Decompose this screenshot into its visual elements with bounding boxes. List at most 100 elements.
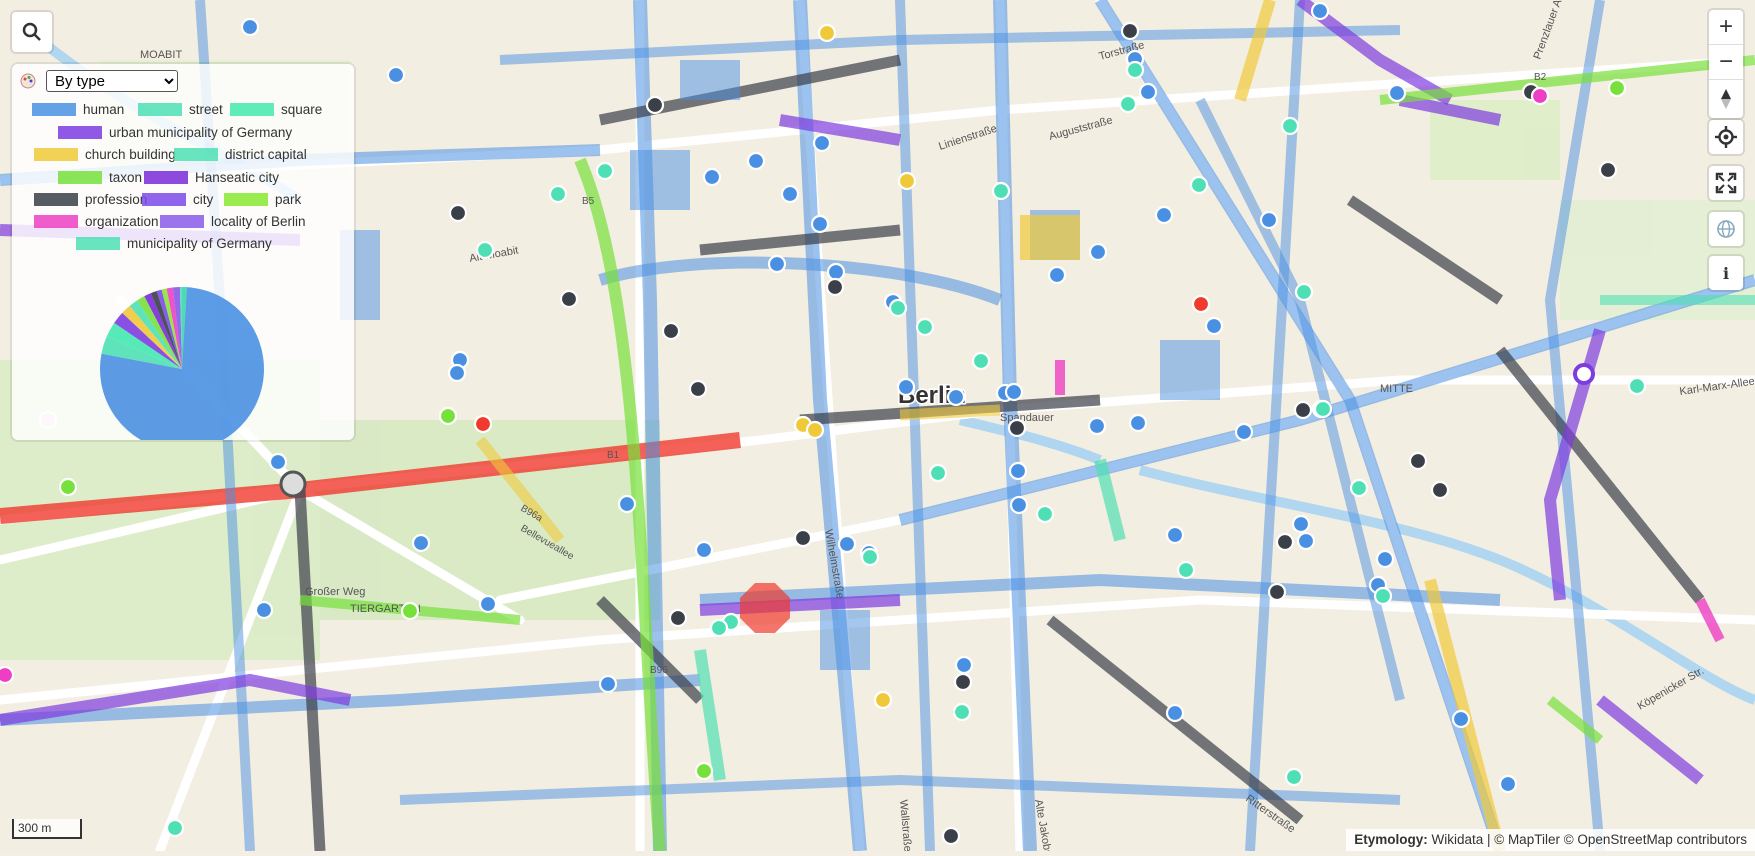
poi-marker[interactable] xyxy=(1176,560,1196,580)
poi-marker[interactable] xyxy=(746,151,766,171)
poi-marker[interactable] xyxy=(1165,703,1185,723)
poi-marker[interactable] xyxy=(448,203,468,223)
poi-marker[interactable] xyxy=(1189,175,1209,195)
poi-marker[interactable] xyxy=(837,534,857,554)
poi-marker[interactable] xyxy=(780,184,800,204)
search-button[interactable] xyxy=(12,12,52,52)
poi-marker[interactable] xyxy=(897,171,917,191)
poi-marker[interactable] xyxy=(1191,294,1211,314)
poi-marker[interactable] xyxy=(1387,83,1407,103)
poi-marker[interactable] xyxy=(817,23,837,43)
poi-marker[interactable] xyxy=(1267,582,1287,602)
poi-marker[interactable] xyxy=(1296,531,1316,551)
info-button[interactable]: i xyxy=(1709,256,1743,290)
poi-marker[interactable] xyxy=(1408,451,1428,471)
poi-marker[interactable] xyxy=(386,65,406,85)
poi-marker[interactable] xyxy=(400,601,420,621)
poi-marker[interactable] xyxy=(1349,478,1369,498)
poi-marker[interactable] xyxy=(411,533,431,553)
poi-marker[interactable] xyxy=(1607,78,1627,98)
zoom-in-button[interactable]: + xyxy=(1709,10,1743,45)
poi-marker[interactable] xyxy=(805,420,825,440)
poi-marker[interactable] xyxy=(954,655,974,675)
poi-marker[interactable] xyxy=(1280,116,1300,136)
poi-marker[interactable] xyxy=(548,184,568,204)
poi-marker[interactable] xyxy=(793,528,813,548)
poi-marker[interactable] xyxy=(1047,265,1067,285)
compass-button[interactable] xyxy=(1709,80,1743,118)
poi-marker[interactable] xyxy=(645,95,665,115)
poi-marker[interactable] xyxy=(478,594,498,614)
poi-marker[interactable] xyxy=(1498,774,1518,794)
poi-marker[interactable] xyxy=(825,277,845,297)
poi-marker[interactable] xyxy=(1165,525,1185,545)
poi-marker[interactable] xyxy=(1375,549,1395,569)
poi-marker[interactable] xyxy=(0,665,15,685)
poi-marker[interactable] xyxy=(1275,532,1295,552)
poi-marker[interactable] xyxy=(1530,86,1550,106)
poi-marker[interactable] xyxy=(1120,21,1140,41)
poi-marker[interactable] xyxy=(447,363,467,383)
poi-marker[interactable] xyxy=(694,540,714,560)
poi-marker[interactable] xyxy=(475,240,495,260)
poi-marker[interactable] xyxy=(1627,376,1647,396)
poi-marker[interactable] xyxy=(1294,282,1314,302)
poi-marker[interactable] xyxy=(165,818,185,838)
poi-marker[interactable] xyxy=(767,254,787,274)
poi-marker[interactable] xyxy=(1087,416,1107,436)
poi-marker[interactable] xyxy=(1234,422,1254,442)
poi-marker[interactable] xyxy=(1291,514,1311,534)
poi-marker[interactable] xyxy=(1128,413,1148,433)
poi-marker[interactable] xyxy=(1313,399,1333,419)
poi-marker[interactable] xyxy=(1451,709,1471,729)
poi-marker[interactable] xyxy=(826,262,846,282)
poi-marker[interactable] xyxy=(941,826,961,846)
poi-marker[interactable] xyxy=(702,167,722,187)
poi-marker[interactable] xyxy=(661,321,681,341)
poi-marker[interactable] xyxy=(58,477,78,497)
fullscreen-button[interactable] xyxy=(1709,166,1743,200)
poi-marker[interactable] xyxy=(473,414,493,434)
poi-marker[interactable] xyxy=(1284,767,1304,787)
poi-marker[interactable] xyxy=(991,181,1011,201)
poi-marker[interactable] xyxy=(559,289,579,309)
poi-marker[interactable] xyxy=(254,600,274,620)
poi-marker[interactable] xyxy=(928,463,948,483)
poi-marker[interactable] xyxy=(1259,210,1279,230)
poi-marker[interactable] xyxy=(812,133,832,153)
attribution-text[interactable]: Wikidata | © MapTiler © OpenStreetMap co… xyxy=(1428,832,1747,847)
poi-marker[interactable] xyxy=(1138,82,1158,102)
language-button[interactable] xyxy=(1709,212,1743,246)
poi-marker[interactable] xyxy=(953,672,973,692)
geolocate-button[interactable] xyxy=(1709,120,1743,154)
poi-marker[interactable] xyxy=(1035,504,1055,524)
poi-marker[interactable] xyxy=(1008,461,1028,481)
poi-marker[interactable] xyxy=(1154,205,1174,225)
poi-marker[interactable] xyxy=(1088,242,1108,262)
poi-marker[interactable] xyxy=(1007,418,1027,438)
poi-marker[interactable] xyxy=(438,406,458,426)
poi-marker[interactable] xyxy=(1004,382,1024,402)
poi-marker[interactable] xyxy=(1293,400,1313,420)
poi-marker[interactable] xyxy=(896,377,916,397)
poi-marker[interactable] xyxy=(1125,60,1145,80)
poi-marker[interactable] xyxy=(971,351,991,371)
poi-marker[interactable] xyxy=(595,161,615,181)
poi-marker[interactable] xyxy=(1118,94,1138,114)
poi-marker[interactable] xyxy=(617,494,637,514)
poi-marker[interactable] xyxy=(946,387,966,407)
poi-marker[interactable] xyxy=(1573,363,1595,385)
poi-marker[interactable] xyxy=(873,690,893,710)
poi-marker[interactable] xyxy=(915,317,935,337)
poi-marker[interactable] xyxy=(952,702,972,722)
poi-marker[interactable] xyxy=(1204,316,1224,336)
poi-marker[interactable] xyxy=(1373,586,1393,606)
poi-marker[interactable] xyxy=(1430,480,1450,500)
poi-marker[interactable] xyxy=(1598,160,1618,180)
poi-marker[interactable] xyxy=(668,608,688,628)
poi-marker[interactable] xyxy=(688,379,708,399)
poi-marker[interactable] xyxy=(1009,495,1029,515)
poi-marker[interactable] xyxy=(240,17,260,37)
poi-marker[interactable] xyxy=(598,674,618,694)
zoom-out-button[interactable]: − xyxy=(1709,45,1743,80)
